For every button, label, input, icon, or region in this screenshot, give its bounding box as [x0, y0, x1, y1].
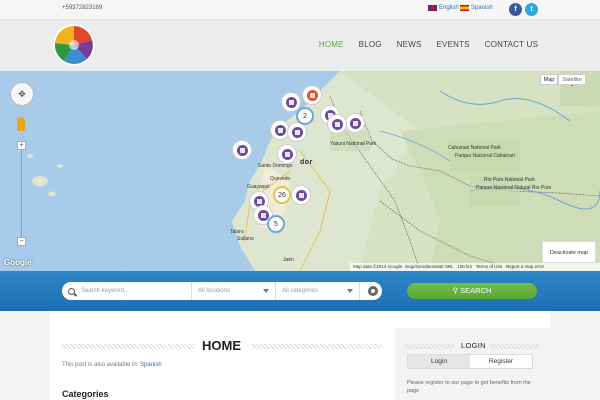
uk-flag-icon	[428, 5, 437, 11]
map-place-label: Rio Pure National Park	[484, 177, 535, 183]
locations-value: All locations	[198, 288, 231, 294]
locations-select[interactable]: All locations	[192, 282, 276, 300]
login-tabs: Login Register	[407, 354, 533, 369]
deactivate-map-button[interactable]: Deactivate map	[542, 241, 596, 263]
map-data-text: Map data ©2014 Google, Inegi/Geodatossta…	[353, 264, 454, 269]
terms-link[interactable]: Terms of Use	[476, 264, 503, 269]
building-icon	[350, 118, 361, 129]
login-title: LOGIN	[461, 341, 486, 350]
map-place-label: Quevedo	[270, 176, 291, 182]
map-marker[interactable]	[277, 144, 297, 164]
categories-value: All categories	[282, 288, 319, 294]
map-marker[interactable]	[302, 85, 322, 105]
nav-blog[interactable]: BLOG	[359, 40, 382, 49]
map-place-label: Guayaquil	[247, 184, 270, 190]
building-icon	[292, 127, 303, 138]
logo[interactable]	[52, 23, 96, 67]
building-icon	[296, 190, 307, 201]
map-marker[interactable]	[345, 113, 365, 133]
translation-note: This post is also available in: Spanish	[62, 362, 162, 368]
search-button[interactable]: ⚲ SEARCH	[407, 283, 537, 299]
map-cluster[interactable]: 26	[273, 186, 291, 204]
language-english-label: English	[439, 5, 459, 11]
map-cluster[interactable]: 2	[296, 107, 314, 125]
nav-events[interactable]: EVENTS	[437, 40, 470, 49]
report-error-link[interactable]: Report a map error	[506, 264, 544, 269]
map-place-label: Yasuni National Park	[330, 141, 377, 147]
map-marker[interactable]	[232, 140, 252, 160]
title-divider	[405, 344, 455, 349]
register-note: Please register to our page to get benef…	[407, 380, 531, 394]
search-band: Search keyword... All locations All cate…	[0, 271, 600, 311]
map-place-label: Sullana	[237, 236, 254, 242]
zoom-in-button[interactable]: +	[17, 141, 26, 150]
tab-register[interactable]: Register	[470, 355, 532, 368]
page-title-block: HOME	[62, 338, 382, 354]
top-bar: +59372823169 English Spanish f t	[0, 0, 600, 20]
language-spanish-label: Spanish	[471, 5, 493, 11]
title-divider	[489, 344, 538, 349]
pan-control[interactable]: ✥	[10, 82, 34, 106]
title-divider	[252, 344, 382, 349]
building-icon	[237, 145, 248, 156]
categories-select[interactable]: All categories	[276, 282, 360, 300]
zoom-slider[interactable]	[21, 151, 22, 243]
building-icon	[282, 149, 293, 160]
map-place-label: Talara	[230, 229, 244, 235]
tab-login[interactable]: Login	[408, 355, 470, 368]
chevron-down-icon	[263, 289, 269, 293]
map-type-satellite-button[interactable]: Satellite	[558, 74, 586, 85]
map-marker[interactable]	[287, 122, 307, 142]
map-scale: 100 km	[457, 264, 472, 269]
pegman-icon[interactable]	[17, 117, 25, 131]
site-header: HOME BLOG NEWS EVENTS CONTACT US	[0, 20, 600, 71]
search-icon: ⚲	[452, 286, 459, 295]
search-button-label: SEARCH	[460, 286, 492, 295]
spain-flag-icon	[460, 5, 469, 11]
map-place-label: Cahuinari National Park	[448, 145, 501, 151]
building-icon	[275, 125, 286, 136]
map-place-label: Jaén	[283, 257, 294, 263]
keyword-field[interactable]: Search keyword...	[62, 282, 192, 300]
search-form: Search keyword... All locations All cate…	[62, 282, 382, 300]
map-marker[interactable]	[327, 114, 347, 134]
search-icon	[68, 287, 75, 295]
main-nav: HOME BLOG NEWS EVENTS CONTACT US	[319, 40, 538, 49]
map-country-label: dor	[300, 159, 313, 166]
building-icon	[307, 90, 318, 101]
nav-contact-us[interactable]: CONTACT US	[485, 40, 538, 49]
building-icon	[332, 119, 343, 130]
keyword-placeholder: Search keyword...	[81, 288, 130, 294]
nav-home[interactable]: HOME	[319, 40, 344, 49]
title-divider	[62, 344, 195, 349]
language-spanish-link[interactable]: Spanish	[460, 5, 493, 11]
twitter-icon[interactable]: t	[525, 3, 538, 16]
chevron-down-icon	[347, 289, 353, 293]
categories-heading: Categories	[62, 389, 109, 399]
translation-text: This post is also available in:	[62, 362, 139, 368]
google-logo: Google	[4, 258, 32, 267]
gear-icon[interactable]	[368, 286, 378, 296]
map-attribution: Map data ©2014 Google, Inegi/Geodatossta…	[350, 263, 600, 271]
login-title-block: LOGIN	[405, 341, 538, 351]
map-cluster[interactable]: 5	[267, 215, 285, 233]
language-english-link[interactable]: English	[428, 5, 459, 11]
map-place-label: Parque Nacional Natural Rio Pure	[476, 185, 552, 191]
map[interactable]: dor Quevedo Santo Domingo Guayaquil Sull…	[0, 71, 600, 271]
page-title: HOME	[202, 338, 241, 353]
phone-number: +59372823169	[62, 5, 103, 11]
map-place-label: Parque Nacional Cahuinari	[455, 153, 515, 159]
zoom-out-button[interactable]: −	[17, 237, 26, 246]
facebook-icon[interactable]: f	[509, 3, 522, 16]
building-icon	[286, 97, 297, 108]
map-type-map-button[interactable]: Map	[540, 74, 558, 85]
nav-news[interactable]: NEWS	[397, 40, 422, 49]
map-marker[interactable]	[291, 185, 311, 205]
translation-link[interactable]: Spanish	[140, 362, 162, 368]
